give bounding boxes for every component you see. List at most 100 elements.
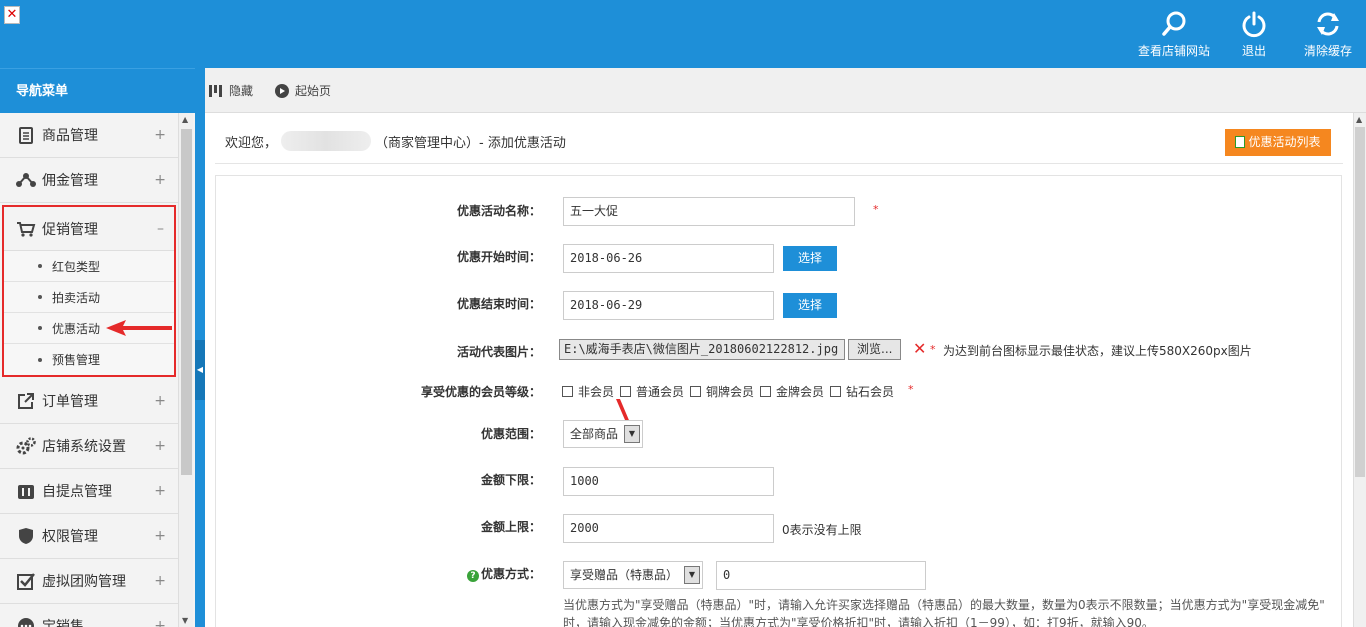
name-input[interactable]: 五一大促 bbox=[563, 197, 855, 226]
sidebar-item-label: 订单管理 bbox=[42, 394, 98, 410]
method-note-line-2: 时，请输入现金减免的金额；当优惠方式为"享受价格折扣"时，请输入折扣（1－99）… bbox=[563, 616, 1154, 627]
scrollbar-thumb[interactable] bbox=[1355, 127, 1365, 477]
method-label-text: 优惠方式： bbox=[480, 567, 541, 581]
search-icon bbox=[1162, 11, 1186, 36]
hide-button[interactable]: 隐藏 bbox=[209, 82, 253, 99]
checkbox-label: 铜牌会员 bbox=[706, 385, 755, 399]
sidebar-item-promotion[interactable]: 促销管理 – bbox=[4, 207, 174, 251]
submenu-label: 优惠活动 bbox=[52, 321, 101, 336]
start-pick-button[interactable]: 选择 bbox=[783, 246, 837, 271]
content-area: 欢迎您， （商家管理中心）- 添加优惠活动 优惠活动列表 优惠活动名称： 五一大… bbox=[205, 113, 1353, 627]
separator bbox=[215, 163, 1343, 164]
expand-toggle[interactable]: + bbox=[154, 172, 166, 188]
columns-icon bbox=[209, 84, 222, 97]
sidebar-item-orders[interactable]: 订单管理 + bbox=[0, 379, 178, 424]
logout-label: 退出 bbox=[1241, 44, 1266, 58]
expand-toggle[interactable]: + bbox=[154, 127, 166, 143]
sidebar-item-commission[interactable]: 佣金管理 + bbox=[0, 158, 178, 203]
delete-image-icon[interactable]: ✕ bbox=[913, 339, 926, 358]
scroll-up-icon[interactable]: ▲ bbox=[1356, 115, 1362, 124]
browse-button[interactable]: 浏览... bbox=[848, 339, 902, 360]
collapse-sidebar-icon[interactable]: ◀ bbox=[195, 340, 205, 400]
doc-plus-icon bbox=[1235, 136, 1246, 148]
sidebar-item-label: 宝销售 bbox=[42, 619, 84, 627]
sidebar-item-label: 虚拟团购管理 bbox=[42, 574, 126, 590]
sidebar-item-permissions[interactable]: 权限管理 + bbox=[0, 514, 178, 559]
logout-button[interactable]: 退出 bbox=[1240, 10, 1268, 59]
checkbox-box[interactable] bbox=[760, 386, 771, 397]
max-amount-hint: 0表示没有上限 bbox=[782, 523, 862, 537]
hide-label: 隐藏 bbox=[229, 84, 254, 98]
expand-toggle[interactable]: + bbox=[154, 573, 166, 589]
sidebar-item-goods[interactable]: 商品管理 + bbox=[0, 113, 178, 158]
submenu-auction[interactable]: 拍卖活动 bbox=[4, 282, 174, 313]
gears-icon bbox=[16, 436, 36, 456]
member-checkbox-none[interactable]: 非会员 bbox=[562, 383, 614, 400]
start-time-input[interactable]: 2018-06-26 bbox=[563, 244, 774, 273]
content-scrollbar[interactable]: ▲ bbox=[1353, 113, 1366, 627]
welcome-prefix: 欢迎您， bbox=[225, 135, 278, 151]
name-label: 优惠活动名称： bbox=[456, 204, 541, 218]
required-mark: * bbox=[908, 383, 914, 396]
chat-icon bbox=[16, 616, 36, 627]
dropdown-arrow-icon[interactable]: ▼ bbox=[684, 566, 700, 584]
checkbox-box[interactable] bbox=[562, 386, 573, 397]
collapse-toggle[interactable]: – bbox=[157, 221, 164, 237]
submenu-red-packet[interactable]: 红包类型 bbox=[4, 251, 174, 282]
expand-toggle[interactable]: + bbox=[154, 438, 166, 454]
sidebar-item-pickup[interactable]: 自提点管理 + bbox=[0, 469, 178, 514]
min-amount-input[interactable]: 1000 bbox=[563, 467, 774, 496]
sidebar-item-label: 佣金管理 bbox=[42, 173, 98, 189]
refresh-icon bbox=[1317, 12, 1339, 36]
sidebar-item-label: 商品管理 bbox=[42, 128, 98, 144]
welcome-line: 欢迎您， （商家管理中心）- 添加优惠活动 bbox=[225, 131, 566, 151]
checkbox-box[interactable] bbox=[690, 386, 701, 397]
expand-toggle[interactable]: + bbox=[154, 393, 166, 409]
bullet-icon bbox=[38, 295, 42, 299]
home-button[interactable]: 起始页 bbox=[275, 82, 331, 99]
end-time-label: 优惠结束时间： bbox=[456, 297, 541, 311]
submenu-presale[interactable]: 预售管理 bbox=[4, 344, 174, 375]
method-select[interactable]: 享受赠品（特惠品） ▼ bbox=[563, 561, 703, 589]
sidebar-item-sales[interactable]: 宝销售 + bbox=[0, 604, 178, 627]
checkbox-box[interactable] bbox=[830, 386, 841, 397]
cart-icon bbox=[16, 219, 36, 239]
dropdown-arrow-icon[interactable]: ▼ bbox=[624, 425, 640, 443]
submenu-discount[interactable]: 优惠活动 bbox=[4, 313, 174, 344]
expand-toggle[interactable]: + bbox=[154, 483, 166, 499]
home-label: 起始页 bbox=[295, 84, 332, 98]
range-value: 全部商品 bbox=[570, 427, 619, 441]
scrollbar-thumb[interactable] bbox=[181, 129, 192, 475]
sidebar-divider: ◀ bbox=[195, 68, 205, 627]
range-select[interactable]: 全部商品 ▼ bbox=[563, 420, 643, 448]
external-icon bbox=[16, 391, 36, 411]
scroll-down-icon[interactable]: ▼ bbox=[182, 616, 188, 625]
checkbox-icon bbox=[16, 571, 36, 591]
power-icon bbox=[1242, 11, 1266, 38]
checkbox-box[interactable] bbox=[620, 386, 631, 397]
min-amount-label: 金额下限： bbox=[480, 473, 541, 487]
member-checkbox-bronze[interactable]: 铜牌会员 bbox=[690, 383, 754, 400]
end-pick-button[interactable]: 选择 bbox=[783, 293, 837, 318]
expand-toggle[interactable]: + bbox=[154, 618, 166, 627]
image-path-input[interactable]: E:\威海手表店\微信图片_20180602122812.jpg bbox=[559, 339, 845, 360]
member-checkbox-gold[interactable]: 金牌会员 bbox=[760, 383, 824, 400]
scroll-up-icon[interactable]: ▲ bbox=[182, 115, 188, 124]
method-amount-input[interactable]: 0 bbox=[716, 561, 926, 590]
end-time-input[interactable]: 2018-06-29 bbox=[563, 291, 774, 320]
expand-toggle[interactable]: + bbox=[154, 528, 166, 544]
sidebar-item-label: 促销管理 bbox=[42, 221, 98, 238]
sidebar-item-group-buy[interactable]: 虚拟团购管理 + bbox=[0, 559, 178, 604]
share-icon bbox=[16, 170, 36, 190]
clear-cache-button[interactable]: 清除缓存 bbox=[1304, 10, 1352, 59]
sidebar-menu: 商品管理 + 佣金管理 + 促销管理 – 红包类型 拍卖活动 优惠活动 预售管理… bbox=[0, 113, 178, 627]
discount-list-button[interactable]: 优惠活动列表 bbox=[1225, 129, 1331, 156]
sidebar-item-store-settings[interactable]: 店铺系统设置 + bbox=[0, 424, 178, 469]
member-checkbox-diamond[interactable]: 钻石会员 bbox=[830, 383, 894, 400]
help-icon[interactable]: ? bbox=[466, 570, 479, 582]
max-amount-input[interactable]: 2000 bbox=[563, 514, 774, 543]
method-label: ? 优惠方式： bbox=[216, 565, 541, 582]
submenu-label: 拍卖活动 bbox=[52, 290, 101, 305]
sidebar-scrollbar[interactable]: ▲ ▼ bbox=[178, 113, 193, 627]
view-store-button[interactable]: 查看店铺网站 bbox=[1138, 10, 1210, 59]
